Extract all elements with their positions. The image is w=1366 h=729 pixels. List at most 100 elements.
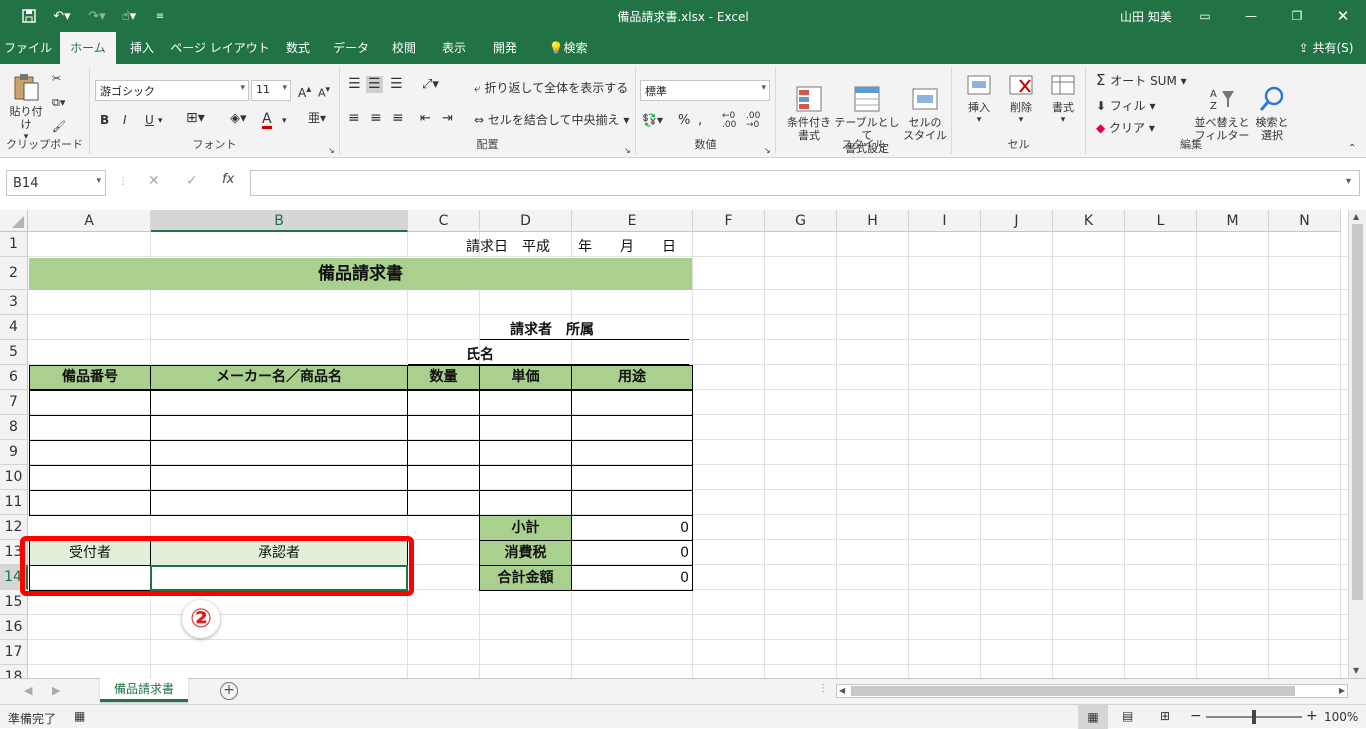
- format-painter-icon[interactable]: 🖌: [52, 120, 66, 133]
- form-title[interactable]: 備品請求書: [29, 258, 692, 290]
- prev-sheet-icon[interactable]: ◀: [24, 684, 32, 697]
- table-cell[interactable]: [479, 415, 572, 441]
- tab-split-handle[interactable]: ⋮: [818, 683, 828, 694]
- table-cell[interactable]: [150, 465, 408, 491]
- delete-cells-button[interactable]: 削除 ▾: [1004, 72, 1038, 127]
- zoom-slider-handle[interactable]: [1252, 710, 1256, 724]
- collapse-ribbon-icon[interactable]: ⌃: [1348, 142, 1356, 155]
- worksheet-grid[interactable]: ABCDEFGHIJKLMN 1 2 3 4 5 6 7 8 9 10 11 12 13 14 15 16 17…: [0, 210, 1348, 678]
- tax-label[interactable]: 消費税: [479, 540, 572, 566]
- header-purpose[interactable]: 用途: [571, 365, 693, 390]
- table-cell[interactable]: [407, 465, 480, 491]
- name-box[interactable]: B14 ▾: [6, 170, 106, 196]
- increase-decimal-icon[interactable]: ←0.00: [722, 112, 736, 130]
- align-center-icon[interactable]: ≡: [370, 111, 382, 125]
- format-as-table-button[interactable]: テーブルとして 書式設定: [832, 72, 902, 168]
- table-cell[interactable]: [407, 440, 480, 466]
- page-break-view-icon[interactable]: ⊞: [1160, 709, 1170, 723]
- horizontal-scroll-thumb[interactable]: [851, 686, 1295, 696]
- font-dialog-launcher-icon[interactable]: ↘: [328, 144, 335, 157]
- number-dialog-launcher-icon[interactable]: ↘: [764, 144, 771, 157]
- align-middle-icon[interactable]: ☰: [366, 76, 383, 93]
- scroll-up-icon[interactable]: ▲: [1353, 212, 1359, 221]
- font-color-dropdown-icon[interactable]: ▾: [282, 115, 287, 128]
- column-header-f[interactable]: F: [693, 210, 765, 232]
- zoom-in-icon[interactable]: +: [1306, 708, 1318, 724]
- decrease-indent-icon[interactable]: ⇤: [420, 112, 431, 125]
- row-header-2[interactable]: 2: [0, 257, 28, 290]
- vertical-scroll-thumb[interactable]: [1352, 224, 1363, 600]
- tab-home[interactable]: ホーム: [60, 32, 116, 64]
- user-name[interactable]: 山田 知美: [1120, 8, 1172, 25]
- tab-developer[interactable]: 開発: [482, 32, 528, 64]
- table-cell[interactable]: [479, 465, 572, 491]
- row-header-3[interactable]: 3: [0, 290, 28, 315]
- orientation-icon[interactable]: ⤢▾: [422, 78, 439, 91]
- scroll-right-icon[interactable]: ▶: [1339, 686, 1345, 695]
- close-icon[interactable]: ✕: [1320, 0, 1366, 32]
- decrease-font-icon[interactable]: A▾: [318, 83, 330, 100]
- fill-button[interactable]: ⬇ フィル ▾: [1096, 100, 1155, 113]
- column-header-i[interactable]: I: [909, 210, 981, 232]
- increase-font-icon[interactable]: A▴: [298, 83, 311, 100]
- row-header-6[interactable]: 6: [0, 365, 28, 390]
- expand-formula-icon[interactable]: ▾: [1346, 176, 1351, 187]
- row-header-17[interactable]: 17: [0, 640, 28, 665]
- cut-icon[interactable]: ✂: [52, 72, 61, 85]
- row-header-7[interactable]: 7: [0, 390, 28, 415]
- phonetic-icon[interactable]: 亜▾: [308, 112, 326, 125]
- column-header-h[interactable]: H: [837, 210, 909, 232]
- row-header-11[interactable]: 11: [0, 490, 28, 515]
- currency-icon[interactable]: 💱▾: [642, 114, 663, 127]
- table-cell[interactable]: [407, 490, 480, 516]
- tab-insert[interactable]: 挿入: [120, 32, 164, 64]
- increase-indent-icon[interactable]: ⇥: [442, 112, 453, 125]
- horizontal-scrollbar[interactable]: ◀ ▶: [836, 684, 1348, 698]
- column-header-n[interactable]: N: [1269, 210, 1341, 232]
- add-sheet-icon[interactable]: +: [220, 682, 238, 700]
- header-unit-price[interactable]: 単価: [479, 365, 572, 390]
- formula-input[interactable]: [250, 170, 1360, 196]
- borders-icon[interactable]: ⊞▾: [186, 111, 205, 125]
- font-size-select[interactable]: 11 ▾: [251, 80, 291, 101]
- minimize-icon[interactable]: —: [1228, 0, 1274, 32]
- column-header-m[interactable]: M: [1197, 210, 1269, 232]
- table-cell[interactable]: [479, 440, 572, 466]
- scroll-left-icon[interactable]: ◀: [839, 686, 845, 695]
- zoom-out-icon[interactable]: −: [1190, 708, 1202, 724]
- total-label[interactable]: 合計金額: [479, 565, 572, 591]
- italic-button[interactable]: I: [123, 114, 127, 127]
- align-right-icon[interactable]: ≡: [392, 111, 404, 125]
- normal-view-button[interactable]: ▦: [1078, 705, 1108, 729]
- row-header-10[interactable]: 10: [0, 465, 28, 490]
- table-cell[interactable]: [150, 390, 408, 416]
- select-all-button[interactable]: [0, 210, 28, 232]
- row-header-18[interactable]: 18: [0, 665, 28, 678]
- table-cell[interactable]: [571, 390, 693, 416]
- page-layout-view-icon[interactable]: ▤: [1122, 709, 1133, 723]
- subtotal-value[interactable]: 0: [571, 515, 693, 541]
- header-maker-product[interactable]: メーカー名／商品名: [150, 365, 408, 390]
- font-color-icon[interactable]: A: [262, 112, 272, 129]
- table-cell[interactable]: [29, 465, 151, 491]
- tax-value[interactable]: 0: [571, 540, 693, 566]
- alignment-dialog-launcher-icon[interactable]: ↘: [624, 144, 631, 157]
- tab-page-layout[interactable]: ページ レイアウト: [170, 32, 270, 64]
- scroll-down-icon[interactable]: ▼: [1353, 666, 1359, 675]
- macro-record-icon[interactable]: ▦: [74, 709, 85, 723]
- tab-file[interactable]: ファイル: [0, 32, 56, 64]
- table-cell[interactable]: [150, 490, 408, 516]
- column-header-c[interactable]: C: [408, 210, 480, 232]
- number-format-select[interactable]: 標準 ▾: [640, 80, 770, 101]
- table-cell[interactable]: [571, 440, 693, 466]
- underline-dropdown-icon[interactable]: ▾: [158, 115, 163, 128]
- table-cell[interactable]: [29, 440, 151, 466]
- tab-formulas[interactable]: 数式: [276, 32, 320, 64]
- paste-button[interactable]: 貼り付け ▾: [6, 72, 46, 144]
- insert-cells-button[interactable]: 挿入 ▾: [962, 72, 996, 127]
- zoom-level[interactable]: 100%: [1324, 710, 1358, 724]
- next-sheet-icon[interactable]: ▶: [52, 684, 60, 697]
- wrap-text-button[interactable]: ⤶ 折り返して全体を表示する: [474, 82, 628, 95]
- column-header-d[interactable]: D: [480, 210, 572, 232]
- table-cell[interactable]: [29, 390, 151, 416]
